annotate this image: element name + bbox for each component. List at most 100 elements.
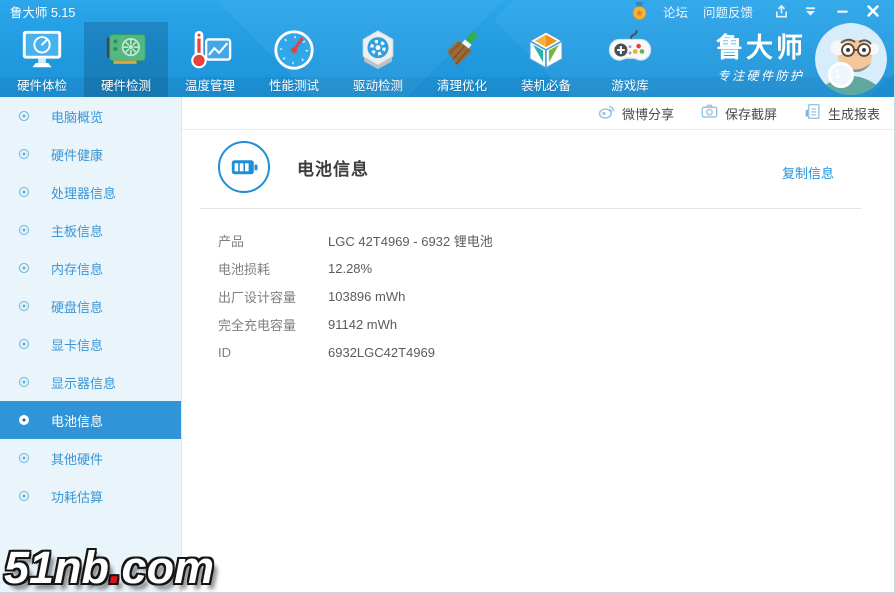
nav-hardware-detect[interactable]: 硬件检测	[84, 22, 168, 97]
row-label: 出厂设计容量	[218, 289, 297, 305]
row-value: 91142 mWh	[328, 316, 398, 332]
row-value: 103896 mWh	[328, 288, 406, 304]
titlebar: 鲁大师 5.15 论坛 问题反馈	[0, 0, 894, 22]
medal-icon[interactable]	[631, 2, 648, 20]
nav-label: 游戏库	[611, 79, 649, 93]
nav-label: 硬件检测	[100, 79, 151, 93]
save-screenshot-label: 保存截屏	[724, 106, 777, 122]
sidebar-item-motherboard[interactable]: 主板信息	[0, 211, 181, 249]
sidebar-item-other-hardware[interactable]: 其他硬件	[0, 439, 181, 477]
radio-bullet-icon	[19, 149, 29, 159]
header-banner: 鲁大师 5.15 论坛 问题反馈 硬件体检 硬件检测 温度管理 性能测试 驱动检…	[0, 0, 894, 97]
header-divider	[200, 208, 861, 209]
sidebar: 电脑概览 硬件健康 处理器信息 主板信息 内存信息 硬盘信息 显卡信息 显示器信…	[0, 97, 182, 592]
watermark-text: com	[121, 542, 215, 593]
table-row: 完全充电容量 91142 mWh	[218, 310, 894, 338]
app-body: 电脑概览 硬件健康 处理器信息 主板信息 内存信息 硬盘信息 显卡信息 显示器信…	[0, 97, 894, 592]
camera-icon	[701, 103, 718, 123]
sidebar-item-health[interactable]: 硬件健康	[0, 135, 181, 173]
nav-hardware-checkup[interactable]: 硬件体检	[0, 22, 84, 97]
panel-title: 电池信息	[297, 159, 369, 179]
row-label: ID	[218, 344, 231, 360]
app-title: 鲁大师 5.15	[10, 5, 76, 20]
nav-essentials[interactable]: 装机必备	[504, 22, 588, 97]
nav-label: 驱动检测	[352, 79, 403, 93]
gamepad-icon	[607, 25, 653, 75]
sidebar-item-overview[interactable]: 电脑概览	[0, 97, 181, 135]
radio-bullet-icon	[19, 377, 29, 387]
radio-bullet-icon	[19, 263, 29, 273]
generate-report-label: 生成报表	[827, 106, 880, 122]
speedometer-icon	[271, 25, 317, 75]
nav-label: 性能测试	[268, 79, 319, 93]
sidebar-item-memory[interactable]: 内存信息	[0, 249, 181, 287]
radio-bullet-icon	[19, 225, 29, 235]
nav-label: 装机必备	[520, 79, 571, 93]
brand-area: 鲁大师 专注硬件防护	[716, 23, 887, 95]
table-row: 产品 LGC 42T4969 - 6932 锂电池	[218, 226, 894, 254]
battery-icon	[218, 141, 270, 193]
titlebar-controls: 论坛 问题反馈	[631, 2, 880, 21]
nav-label: 清理优化	[436, 79, 487, 93]
brand-slogan: 专注硬件防护	[717, 69, 805, 84]
sidebar-item-display[interactable]: 显示器信息	[0, 363, 181, 401]
generate-report-button[interactable]: 生成报表	[804, 103, 880, 123]
brand-text: 鲁大师 专注硬件防护	[716, 32, 806, 85]
nav-driver[interactable]: 驱动检测	[336, 22, 420, 97]
thermometer-chart-icon	[187, 25, 233, 75]
battery-info-panel: 电池信息 复制信息 产品 LGC 42T4969 - 6932 锂电池 电池损耗…	[182, 130, 894, 592]
watermark-text: 51nb	[4, 542, 110, 593]
nav-cleanup[interactable]: 清理优化	[420, 22, 504, 97]
row-value: LGC 42T4969 - 6932 锂电池	[328, 233, 493, 249]
driver-gear-icon	[355, 25, 401, 75]
minimize-button[interactable]	[836, 5, 849, 18]
save-screenshot-button[interactable]: 保存截屏	[701, 103, 777, 123]
battery-info-table: 产品 LGC 42T4969 - 6932 锂电池 电池损耗 12.28% 出厂…	[218, 226, 894, 366]
radio-bullet-icon	[19, 339, 29, 349]
copy-info-link[interactable]: 复制信息	[782, 163, 834, 182]
radio-bullet-icon	[19, 187, 29, 197]
nav-temperature[interactable]: 温度管理	[168, 22, 252, 97]
row-value: 12.28%	[328, 260, 373, 276]
software-cube-icon	[523, 25, 569, 75]
nav-benchmark[interactable]: 性能测试	[252, 22, 336, 97]
radio-bullet-icon	[19, 111, 29, 121]
sidebar-item-battery[interactable]: 电池信息	[0, 401, 181, 439]
row-label: 完全充电容量	[218, 317, 297, 333]
secondary-toolbar: 微博分享 保存截屏 生成报表	[182, 97, 894, 130]
update-icon[interactable]	[774, 4, 789, 19]
radio-bullet-icon	[19, 415, 29, 425]
table-row: ID 6932LGC42T4969	[218, 338, 894, 366]
gpu-card-icon	[103, 25, 149, 75]
sidebar-item-gpu[interactable]: 显卡信息	[0, 325, 181, 363]
table-row: 出厂设计容量 103896 mWh	[218, 282, 894, 310]
menu-chevron-icon[interactable]	[804, 5, 817, 18]
brand-name: 鲁大师	[716, 32, 806, 63]
main-nav: 硬件体检 硬件检测 温度管理 性能测试 驱动检测 清理优化 装机必备 游戏库	[0, 22, 894, 97]
mascot-avatar	[815, 23, 887, 95]
weibo-share-label: 微博分享	[621, 106, 674, 122]
row-value: 6932LGC42T4969	[328, 344, 435, 360]
feedback-link[interactable]: 问题反馈	[703, 2, 753, 21]
51nb-watermark: 51nb.com	[4, 542, 215, 593]
forum-link[interactable]: 论坛	[663, 2, 688, 21]
report-icon	[804, 103, 821, 123]
broom-icon	[439, 25, 485, 75]
radio-bullet-icon	[19, 453, 29, 463]
watermark-dot: .	[109, 542, 122, 593]
weibo-share-button[interactable]: 微博分享	[598, 103, 674, 123]
nav-label: 硬件体检	[16, 79, 67, 93]
radio-bullet-icon	[19, 491, 29, 501]
sidebar-item-disk[interactable]: 硬盘信息	[0, 287, 181, 325]
row-label: 电池损耗	[218, 261, 271, 277]
nav-games[interactable]: 游戏库	[588, 22, 672, 97]
close-button[interactable]	[866, 4, 880, 18]
table-row: 电池损耗 12.28%	[218, 254, 894, 282]
monitor-gauge-icon	[19, 25, 65, 75]
row-label: 产品	[218, 233, 245, 249]
main-panel: 微博分享 保存截屏 生成报表 电池信息 复制信息 产品 LGC 42T4969 …	[182, 97, 894, 592]
sidebar-item-power-estimate[interactable]: 功耗估算	[0, 477, 181, 515]
sidebar-item-cpu[interactable]: 处理器信息	[0, 173, 181, 211]
nav-label: 温度管理	[184, 79, 235, 93]
radio-bullet-icon	[19, 301, 29, 311]
